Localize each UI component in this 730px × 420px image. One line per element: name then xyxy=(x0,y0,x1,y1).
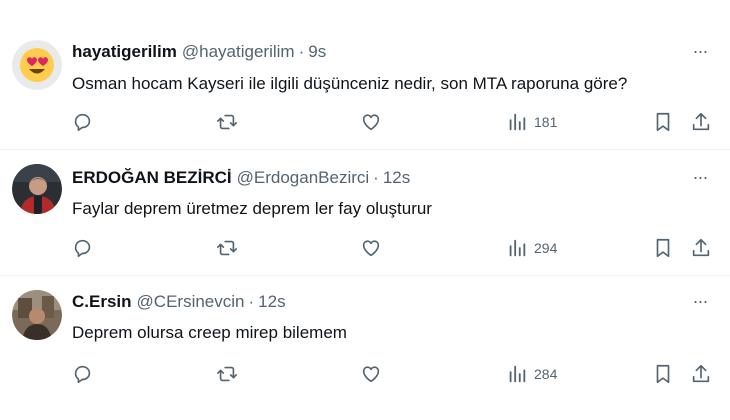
timestamp[interactable]: 12s xyxy=(258,292,285,312)
share-icon xyxy=(692,112,710,131)
like-button[interactable] xyxy=(360,235,382,261)
tweet-text: Deprem olursa creep mirep bilemem xyxy=(72,323,347,342)
share-icon xyxy=(692,238,710,257)
user-handle[interactable]: @CErsinevcin xyxy=(137,292,245,312)
avatar[interactable] xyxy=(12,164,62,214)
user-handle[interactable]: @hayatigerilim xyxy=(182,42,295,62)
tweet-header: C.Ersin @CErsinevcin · 12s xyxy=(72,291,286,313)
reply-icon xyxy=(74,365,91,384)
views-button[interactable]: 181 xyxy=(506,109,557,135)
like-icon xyxy=(362,114,380,131)
like-button[interactable] xyxy=(360,109,382,135)
retweet-button[interactable] xyxy=(216,235,238,261)
retweet-icon xyxy=(217,240,237,256)
more-icon[interactable]: ··· xyxy=(688,41,712,61)
reply-icon xyxy=(74,239,91,258)
avatar[interactable] xyxy=(12,290,62,340)
views-count: 181 xyxy=(534,114,558,130)
tweet-item[interactable]: C.Ersin @CErsinevcin · 12s ··· Deprem ol… xyxy=(0,276,730,402)
like-button[interactable] xyxy=(360,361,382,387)
separator-dot: · xyxy=(373,168,379,187)
tweet-header: hayatigerilim @hayatigerilim · 9s xyxy=(72,41,326,63)
display-name[interactable]: C.Ersin xyxy=(72,292,132,312)
more-icon[interactable]: ··· xyxy=(688,167,712,187)
share-icon xyxy=(692,364,710,383)
reply-button[interactable] xyxy=(72,235,94,261)
bookmark-button[interactable] xyxy=(652,235,674,261)
tweet-actions: 294 xyxy=(0,235,730,261)
like-icon xyxy=(362,366,380,383)
reply-icon xyxy=(74,113,91,132)
views-count: 294 xyxy=(534,240,558,256)
display-name[interactable]: hayatigerilim xyxy=(72,42,177,62)
share-button[interactable] xyxy=(690,109,712,135)
retweet-icon xyxy=(217,366,237,382)
timestamp[interactable]: 12s xyxy=(383,168,410,188)
tweet-actions: 284 xyxy=(0,361,730,387)
tweet-item[interactable]: hayatigerilim @hayatigerilim · 9s ··· Os… xyxy=(0,27,730,150)
views-icon xyxy=(509,365,526,383)
avatar[interactable] xyxy=(12,40,62,90)
like-icon xyxy=(362,240,380,257)
share-button[interactable] xyxy=(690,361,712,387)
heart-eyes-emoji-icon xyxy=(12,40,62,90)
views-button[interactable]: 284 xyxy=(506,361,557,387)
separator-dot: · xyxy=(248,292,255,311)
tweet-item[interactable]: ERDOĞAN BEZİRCİ @ErdoganBezirci · 12s ··… xyxy=(0,150,730,276)
more-icon[interactable]: ··· xyxy=(688,291,712,311)
retweet-button[interactable] xyxy=(216,109,238,135)
views-icon xyxy=(509,113,526,131)
tweet-feed: hayatigerilim @hayatigerilim · 9s ··· Os… xyxy=(0,0,730,420)
reply-button[interactable] xyxy=(72,361,94,387)
bookmark-icon xyxy=(656,238,670,258)
bookmark-icon xyxy=(656,364,670,384)
views-icon xyxy=(509,239,526,257)
profile-photo-icon xyxy=(12,164,62,214)
tweet-actions: 181 xyxy=(0,109,730,135)
profile-photo-icon xyxy=(12,290,62,340)
tweet-header: ERDOĞAN BEZİRCİ @ErdoganBezirci · 12s xyxy=(72,167,410,189)
timestamp[interactable]: 9s xyxy=(308,42,326,62)
user-handle[interactable]: @ErdoganBezirci xyxy=(237,168,370,188)
bookmark-button[interactable] xyxy=(652,109,674,135)
bookmark-icon xyxy=(656,112,670,132)
bookmark-button[interactable] xyxy=(652,361,674,387)
views-button[interactable]: 294 xyxy=(506,235,557,261)
retweet-icon xyxy=(217,114,237,130)
tweet-text: Osman hocam Kayseri ile ilgili düşünceni… xyxy=(72,74,628,93)
retweet-button[interactable] xyxy=(216,361,238,387)
share-button[interactable] xyxy=(690,235,712,261)
tweet-text: Faylar deprem üretmez deprem ler fay olu… xyxy=(72,199,432,218)
reply-button[interactable] xyxy=(72,109,94,135)
views-count: 284 xyxy=(534,366,558,382)
separator-dot: · xyxy=(298,42,305,61)
display-name[interactable]: ERDOĞAN BEZİRCİ xyxy=(72,168,232,188)
